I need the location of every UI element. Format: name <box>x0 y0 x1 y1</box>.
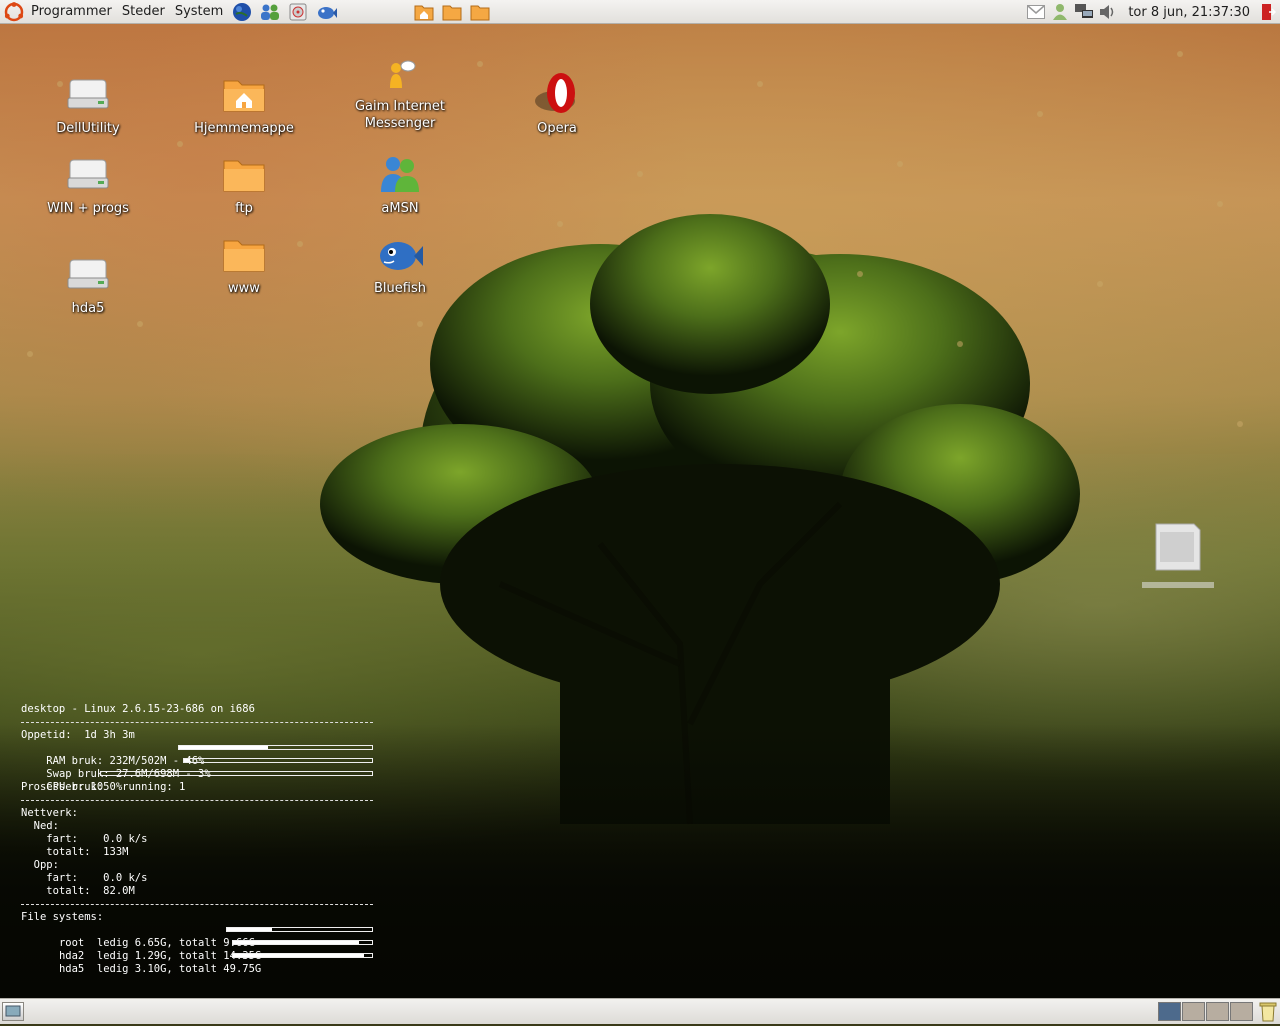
conky-fs-hda5: hda5 ledig 3.10G, totalt 49.75G <box>46 963 262 975</box>
bottom-panel <box>0 998 1280 1024</box>
swap-usage-fill <box>184 759 190 762</box>
desktop-icon-label: ftp <box>235 201 253 216</box>
media-icon[interactable] <box>287 1 309 23</box>
desktop-icon-label: DellUtility <box>56 121 120 136</box>
volume-icon[interactable] <box>1098 2 1118 22</box>
fs-hda2-fill <box>233 941 360 944</box>
ubuntu-logo-icon[interactable] <box>4 1 24 22</box>
desktop-icon <box>5 1005 21 1017</box>
trash-icon[interactable] <box>1258 1001 1278 1022</box>
desktop-icon-unnamed-file[interactable] <box>1140 520 1216 592</box>
ram-usage-fill <box>179 746 268 749</box>
conky-fs-row: hda5 ledig 3.10G, totalt 49.75G <box>21 950 373 975</box>
conky-cpu-row: CPU bruk: 0% <box>21 768 373 793</box>
desktop-icon-hjemmemappe[interactable]: Hjemmemappe <box>189 70 299 137</box>
conky-processes: Prosesser: 105 running: 1 <box>21 781 186 793</box>
conky-down-title: Ned: <box>21 820 59 832</box>
main-menu-bar: Programmer Steder System <box>0 0 228 24</box>
cpu-usage-bar <box>100 771 373 776</box>
fs-hda5-fill <box>233 954 364 957</box>
people-icon[interactable] <box>259 1 281 23</box>
folder-icon <box>220 150 268 198</box>
desktop-icon-label: hda5 <box>71 301 105 316</box>
amsn-icon <box>376 150 424 198</box>
menu-system[interactable]: System <box>170 0 228 24</box>
home-folder-icon[interactable] <box>413 1 435 23</box>
desktop-icon-label: Hjemmemappe <box>194 121 294 136</box>
conky-ram-row: RAM bruk: 232M/502M - 46% <box>21 742 373 767</box>
desktop-icon-label: Bluefish <box>374 281 426 296</box>
show-desktop-button[interactable] <box>2 1002 24 1021</box>
system-tray: tor 8 jun, 21:37:30 <box>1024 0 1280 24</box>
folder-icon[interactable] <box>469 1 491 23</box>
workspace-2[interactable] <box>1182 1002 1205 1021</box>
gmail-icon[interactable] <box>1026 2 1046 22</box>
desktop-icon-www[interactable]: www <box>189 230 299 297</box>
drive-icon <box>64 70 112 118</box>
conky-up-speed: fart: 0.0 k/s <box>21 872 148 884</box>
conky-down-speed: fart: 0.0 k/s <box>21 833 148 845</box>
drive-icon <box>64 250 112 298</box>
desktop-icon-dellutility[interactable]: DellUtility <box>33 70 143 137</box>
opera-icon <box>533 70 581 118</box>
globe-icon[interactable] <box>231 1 253 23</box>
workspace-switcher <box>1158 1002 1254 1021</box>
desktop-icon-win-progs[interactable]: WIN + progs <box>33 150 143 217</box>
fs-root-bar <box>226 927 373 932</box>
fs-hda5-bar <box>232 953 373 958</box>
divider <box>21 800 373 801</box>
divider <box>21 722 373 723</box>
conky-system-monitor: desktop - Linux 2.6.15-23-686 on i686 Op… <box>21 703 373 975</box>
folder-icon <box>220 230 268 278</box>
drive-icon <box>64 150 112 198</box>
workspace-4[interactable] <box>1230 1002 1253 1021</box>
menu-programmer[interactable]: Programmer <box>26 0 117 24</box>
clock[interactable]: tor 8 jun, 21:37:30 <box>1120 5 1256 20</box>
conky-up-total: totalt: 82.0M <box>21 885 135 897</box>
bluefish-icon <box>376 230 424 278</box>
desktop-icon-label: aMSN <box>381 201 419 216</box>
conky-down-total: totalt: 133M <box>21 846 129 858</box>
top-panel: Programmer Steder System tor 8 jun, 21:3… <box>0 0 1280 24</box>
fs-root-fill <box>227 928 272 931</box>
conky-uptime: Oppetid: 1d 3h 3m <box>21 729 135 741</box>
swap-usage-bar <box>183 758 373 763</box>
fs-hda2-bar <box>232 940 373 945</box>
menu-steder[interactable]: Steder <box>117 0 170 24</box>
update-icon[interactable] <box>1050 2 1070 22</box>
ram-usage-bar <box>178 745 373 750</box>
conky-fs-row: hda2 ledig 1.29G, totalt 14.35G <box>21 937 373 962</box>
desktop-icon-label: Opera <box>537 121 577 136</box>
network-icon[interactable] <box>1074 2 1094 22</box>
conky-fs-row: root ledig 6.65G, totalt 9.66G <box>21 924 373 949</box>
home-folder-icon <box>220 70 268 118</box>
desktop-icon-bluefish[interactable]: Bluefish <box>345 230 455 297</box>
workspace-3[interactable] <box>1206 1002 1229 1021</box>
desktop-icon-gaim[interactable]: Gaim Internet Messenger <box>345 52 455 132</box>
desktop-icon-label: www <box>228 281 260 296</box>
desktop-icon-opera[interactable]: Opera <box>502 70 612 137</box>
folder-icon[interactable] <box>441 1 463 23</box>
conky-fs-title: File systems: <box>21 911 104 923</box>
file-icon <box>1142 523 1214 588</box>
conky-up-title: Opp: <box>21 859 59 871</box>
desktop-icon-label: Gaim Internet Messenger <box>354 99 446 131</box>
desktop-icon-amsn[interactable]: aMSN <box>345 150 455 217</box>
conky-header: desktop - Linux 2.6.15-23-686 on i686 <box>21 703 255 715</box>
conky-network-title: Nettverk: <box>21 807 78 819</box>
divider <box>21 904 373 905</box>
desktop-icon-label: WIN + progs <box>47 201 129 216</box>
conky-swap-row: Swap bruk: 27.6M/698M - 3% <box>21 755 373 780</box>
gaim-icon <box>376 52 424 96</box>
fish-icon[interactable] <box>315 1 338 23</box>
desktop-icon-ftp[interactable]: ftp <box>189 150 299 217</box>
desktop-icon-hda5[interactable]: hda5 <box>33 250 143 317</box>
logout-icon[interactable] <box>1258 2 1278 22</box>
workspace-1[interactable] <box>1158 1002 1181 1021</box>
